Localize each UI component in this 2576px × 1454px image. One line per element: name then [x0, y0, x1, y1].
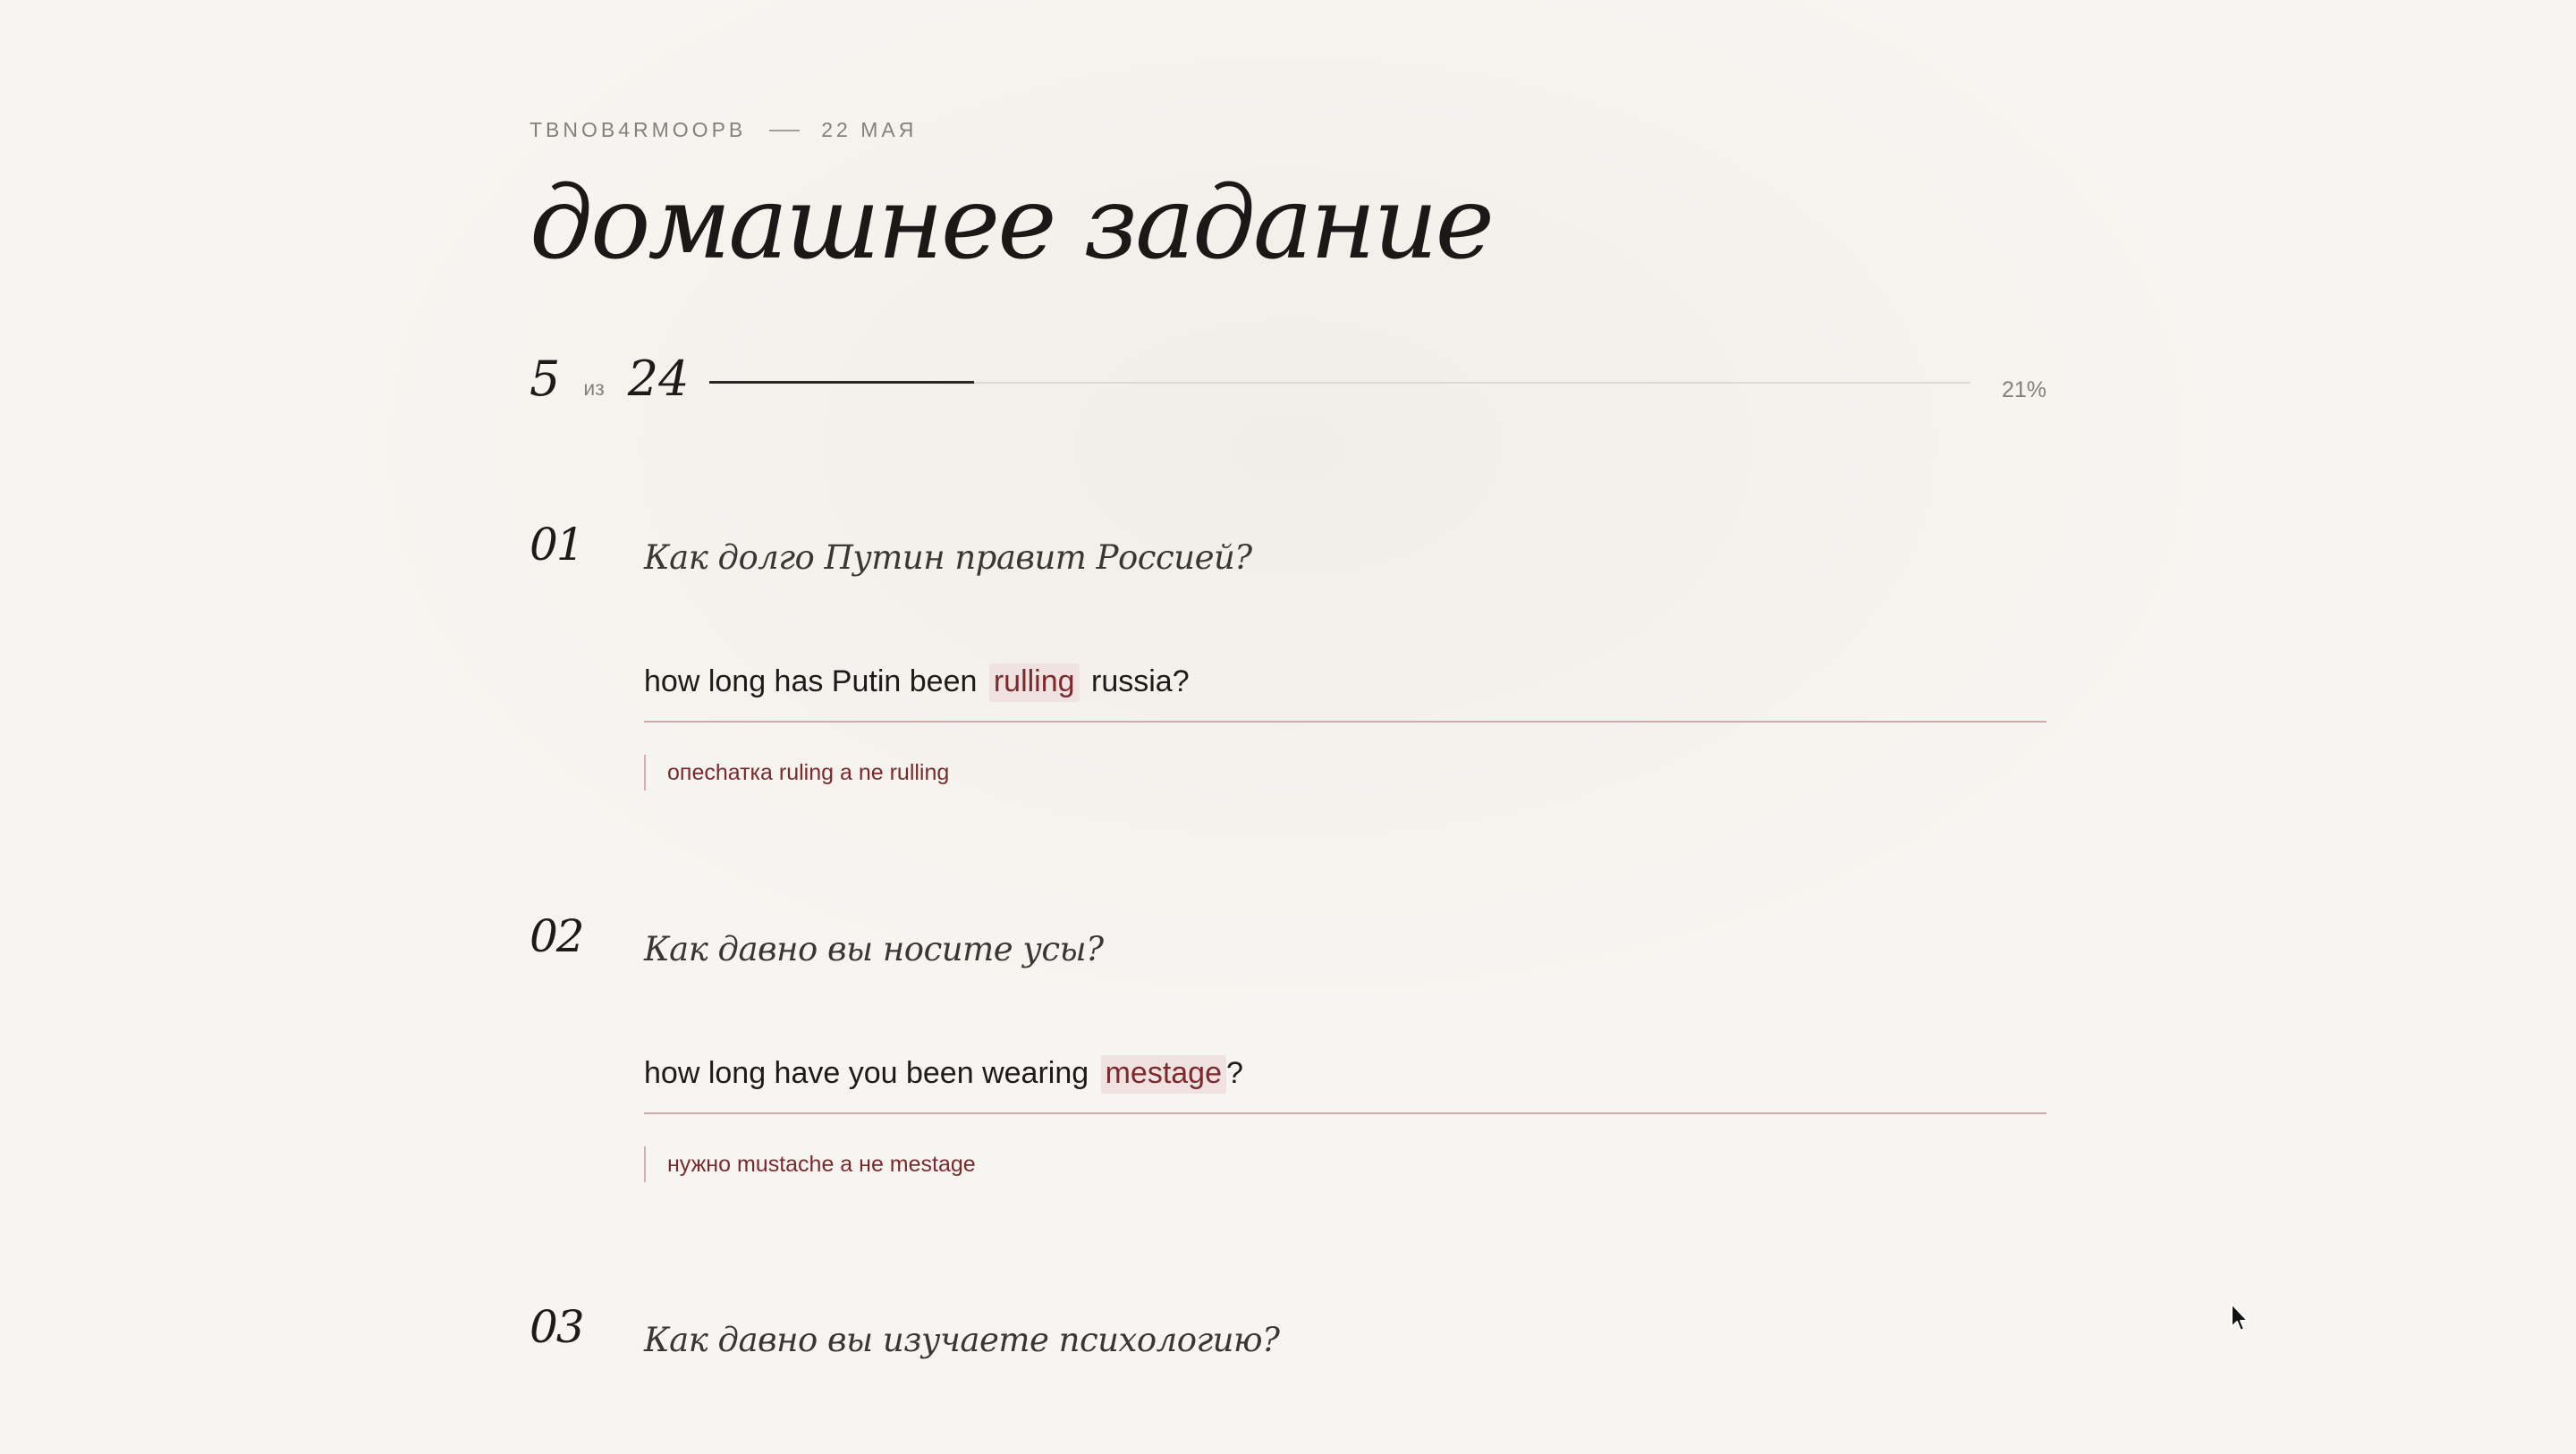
error-highlight[interactable]: rulling [988, 664, 1080, 702]
header-meta: TBNOB4RMOOPB 22 мая [530, 118, 917, 142]
answer-field[interactable]: how long have you been wearing mestage? [644, 1055, 2046, 1114]
progress-total: 24 [627, 351, 690, 407]
answer-text: how long have you been wearing mestage? [644, 1055, 1243, 1094]
progress-indicator: 5 из 24 21% [530, 351, 2046, 413]
teacher-feedback: нужно mustache а не mestage [644, 1146, 976, 1182]
answer-field[interactable]: how long has Putin been rulling russia? [644, 664, 2046, 723]
progress-count: 5 из 24 [530, 351, 689, 407]
progress-of-label: из [583, 376, 605, 400]
question-number: 03 [530, 1301, 585, 1353]
progress-percent: 21% [2001, 377, 2046, 402]
progress-current: 5 [530, 351, 561, 407]
question-number: 02 [530, 910, 585, 962]
answer-text-before: how long have you been wearing [644, 1056, 1089, 1090]
error-highlight[interactable]: mestage [1100, 1055, 1226, 1094]
page-title: домашнее задание [530, 165, 1495, 282]
meta-separator [769, 129, 801, 131]
progress-track [709, 381, 1970, 384]
question-prompt: Как давно вы изучаете психологию? [644, 1321, 1280, 1359]
student-name: TBNOB4RMOOPB [530, 118, 747, 141]
question-number: 01 [530, 519, 585, 571]
mouse-pointer-icon [2231, 1303, 2249, 1331]
answer-text-after: russia? [1091, 664, 1190, 698]
answer-text-after: ? [1226, 1056, 1243, 1090]
progress-fill [709, 381, 974, 384]
question-prompt: Как долго Путин правит Россией? [644, 538, 1252, 577]
answer-text-before: how long has Putin been [644, 664, 978, 698]
answer-text: how long has Putin been rulling russia? [644, 664, 1190, 702]
question-prompt: Как давно вы носите усы? [644, 930, 1104, 968]
teacher-feedback: опесhатка ruling a ne rulling [644, 755, 949, 790]
assignment-date: 22 мая [821, 118, 918, 141]
